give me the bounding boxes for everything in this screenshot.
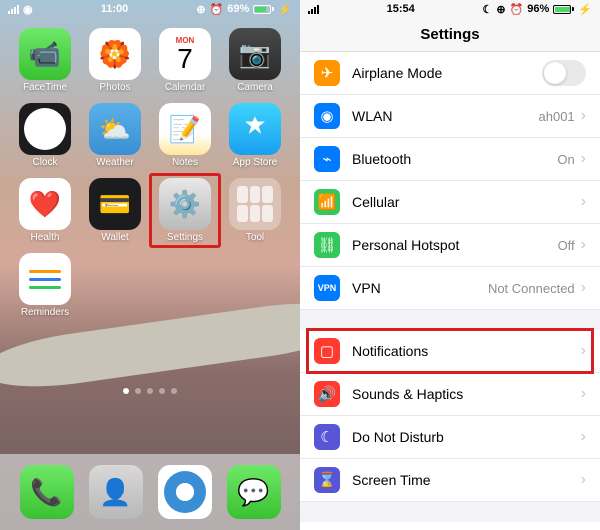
app-reminders[interactable]: Reminders bbox=[14, 253, 76, 318]
notifications-icon: ▢ bbox=[314, 338, 340, 364]
charging-icon: ⚡ bbox=[278, 3, 292, 16]
wifi-icon: ◉ bbox=[23, 3, 33, 16]
notes-icon: 📝 bbox=[159, 103, 211, 155]
rotation-lock-icon: ⊕ bbox=[196, 3, 205, 16]
wallet-icon: 💳 bbox=[89, 178, 141, 230]
chevron-right-icon: › bbox=[581, 107, 586, 125]
row-hotspot[interactable]: ⛓Personal HotspotOff› bbox=[300, 224, 600, 267]
charging-icon: ⚡ bbox=[578, 3, 592, 16]
sounds-icon: 🔊 bbox=[314, 381, 340, 407]
status-bar: 15:54 ☾ ⊕ ⏰96% ⚡ bbox=[300, 0, 600, 18]
battery-icon bbox=[553, 5, 574, 14]
dock-safari[interactable] bbox=[158, 465, 212, 519]
appstore-icon bbox=[229, 103, 281, 155]
home-screen: ◉ 11:00 ⊕ ⏰69% ⚡ 📹FaceTime 🏵️Photos MON7Ca… bbox=[0, 0, 300, 530]
chevron-right-icon: › bbox=[581, 150, 586, 168]
chevron-right-icon: › bbox=[581, 471, 586, 489]
row-sounds[interactable]: 🔊Sounds & Haptics› bbox=[300, 373, 600, 416]
row-screentime[interactable]: ⌛Screen Time› bbox=[300, 459, 600, 502]
alarm-icon: ⏰ bbox=[210, 3, 224, 16]
dock-messages[interactable]: 💬 bbox=[227, 465, 281, 519]
app-camera[interactable]: 📷Camera bbox=[224, 28, 286, 93]
app-weather[interactable]: ⛅Weather bbox=[84, 103, 146, 168]
app-appstore[interactable]: App Store bbox=[224, 103, 286, 168]
chevron-right-icon: › bbox=[581, 342, 586, 360]
dock: 📞 👤 💬 bbox=[0, 454, 300, 530]
status-time: 11:00 bbox=[33, 3, 197, 15]
chevron-right-icon: › bbox=[581, 385, 586, 403]
dnd-icon: ☾ bbox=[314, 424, 340, 450]
rotation-lock-icon: ⊕ bbox=[496, 3, 505, 16]
row-wlan[interactable]: ◉WLANah001› bbox=[300, 95, 600, 138]
clock-icon bbox=[19, 103, 71, 155]
cellular-icon: 📶 bbox=[314, 189, 340, 215]
chevron-right-icon: › bbox=[581, 193, 586, 211]
battery-icon bbox=[253, 5, 274, 14]
calendar-icon: MON7 bbox=[159, 28, 211, 80]
row-vpn[interactable]: VPNVPNNot Connected› bbox=[300, 267, 600, 310]
health-icon: ❤️ bbox=[19, 178, 71, 230]
dnd-icon: ☾ bbox=[482, 3, 492, 16]
folder-icon bbox=[229, 178, 281, 230]
wifi-icon: ◉ bbox=[314, 103, 340, 129]
page-title: Settings bbox=[300, 18, 600, 52]
airplane-toggle[interactable] bbox=[542, 60, 586, 86]
app-settings[interactable]: ⚙️Settings bbox=[149, 173, 221, 248]
facetime-icon: 📹 bbox=[19, 28, 71, 80]
status-time: 15:54 bbox=[319, 3, 482, 15]
battery-percent: 96% bbox=[527, 3, 549, 15]
dock-phone[interactable]: 📞 bbox=[20, 465, 74, 519]
weather-icon: ⛅ bbox=[89, 103, 141, 155]
signal-icon bbox=[8, 5, 19, 14]
status-bar: ◉ 11:00 ⊕ ⏰69% ⚡ bbox=[0, 0, 300, 18]
chevron-right-icon: › bbox=[581, 279, 586, 297]
row-cellular[interactable]: 📶Cellular› bbox=[300, 181, 600, 224]
page-indicator[interactable] bbox=[0, 388, 300, 394]
camera-icon: 📷 bbox=[229, 28, 281, 80]
app-calendar[interactable]: MON7Calendar bbox=[154, 28, 216, 93]
reminders-icon bbox=[19, 253, 71, 305]
app-photos[interactable]: 🏵️Photos bbox=[84, 28, 146, 93]
vpn-icon: VPN bbox=[314, 275, 340, 301]
row-dnd[interactable]: ☾Do Not Disturb› bbox=[300, 416, 600, 459]
photos-icon: 🏵️ bbox=[89, 28, 141, 80]
settings-icon: ⚙️ bbox=[159, 178, 211, 230]
dock-contacts[interactable]: 👤 bbox=[89, 465, 143, 519]
app-clock[interactable]: Clock bbox=[14, 103, 76, 168]
app-notes[interactable]: 📝Notes bbox=[154, 103, 216, 168]
app-folder-tool[interactable]: Tool bbox=[224, 178, 286, 243]
app-grid: 📹FaceTime 🏵️Photos MON7Calendar 📷Camera … bbox=[0, 18, 300, 328]
row-bluetooth[interactable]: ⌁BluetoothOn› bbox=[300, 138, 600, 181]
airplane-icon: ✈ bbox=[314, 60, 340, 86]
app-wallet[interactable]: 💳Wallet bbox=[84, 178, 146, 243]
alarm-icon: ⏰ bbox=[510, 3, 524, 16]
row-airplane-mode[interactable]: ✈Airplane Mode bbox=[300, 52, 600, 95]
chevron-right-icon: › bbox=[581, 236, 586, 254]
settings-list: ✈Airplane Mode ◉WLANah001› ⌁BluetoothOn›… bbox=[300, 52, 600, 310]
settings-screen: 15:54 ☾ ⊕ ⏰96% ⚡ Settings ✈Airplane Mode ◉W… bbox=[300, 0, 600, 530]
row-general[interactable]: ⚙General› bbox=[300, 522, 600, 530]
screentime-icon: ⌛ bbox=[314, 467, 340, 493]
bluetooth-icon: ⌁ bbox=[314, 146, 340, 172]
hotspot-icon: ⛓ bbox=[314, 232, 340, 258]
chevron-right-icon: › bbox=[581, 428, 586, 446]
app-facetime[interactable]: 📹FaceTime bbox=[14, 28, 76, 93]
signal-icon bbox=[308, 5, 319, 14]
row-notifications[interactable]: ▢Notifications› bbox=[300, 330, 600, 373]
battery-percent: 69% bbox=[227, 3, 249, 15]
app-health[interactable]: ❤️Health bbox=[14, 178, 76, 243]
